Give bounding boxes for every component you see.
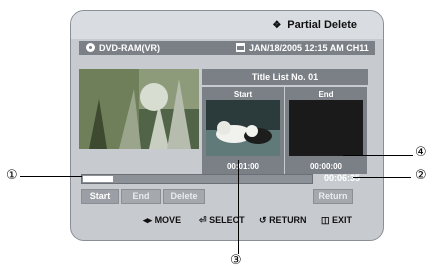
exit-label: EXIT bbox=[332, 215, 353, 225]
disc-icon bbox=[86, 43, 95, 52]
callout-4: ④ bbox=[415, 145, 427, 160]
preview-image bbox=[79, 69, 199, 149]
diamond-icon: ❖ bbox=[272, 20, 282, 31]
start-panel-label: Start bbox=[233, 90, 253, 99]
nav-bar: ◂▸ MOVE ⏎ SELECT ↺ RETURN ◫ EXIT bbox=[71, 209, 383, 233]
return-label: RETURN bbox=[269, 215, 307, 225]
end-panel: End 00:00:00 bbox=[285, 87, 367, 174]
page-title-label: Partial Delete bbox=[287, 19, 357, 31]
page-title: ❖ Partial Delete bbox=[272, 19, 357, 31]
end-thumbnail bbox=[289, 100, 363, 156]
video-preview bbox=[79, 69, 199, 149]
return-icon: ↺ bbox=[259, 215, 267, 225]
end-panel-label: End bbox=[318, 90, 334, 99]
progress-bar[interactable] bbox=[81, 174, 313, 184]
callout-line-1 bbox=[20, 176, 82, 177]
osd-screen: ❖ Partial Delete DVD-RAM(VR) JAN/18/2005 … bbox=[70, 10, 384, 241]
start-panel: Start 00:01:00 bbox=[202, 87, 284, 174]
callout-line-3 bbox=[238, 160, 239, 254]
select-label: SELECT bbox=[209, 215, 245, 225]
progress-fill bbox=[83, 176, 113, 182]
title-list-header: Title List No. 01 bbox=[202, 69, 368, 85]
delete-button[interactable]: Delete bbox=[163, 189, 205, 204]
end-time: 00:00:00 bbox=[309, 162, 343, 171]
start-thumbnail bbox=[206, 100, 280, 156]
end-button[interactable]: End bbox=[121, 189, 161, 204]
callout-3: ③ bbox=[230, 253, 242, 268]
move-icon: ◂▸ bbox=[143, 215, 153, 225]
start-button[interactable]: Start bbox=[81, 189, 119, 204]
callout-2: ② bbox=[415, 168, 427, 183]
move-label: MOVE bbox=[154, 215, 182, 225]
info-bar: DVD-RAM(VR) JAN/18/2005 12:15 AM CH11 bbox=[79, 41, 375, 55]
exit-icon: ◫ bbox=[321, 215, 330, 225]
calendar-icon bbox=[236, 43, 245, 52]
total-time: 00:06:35 bbox=[324, 173, 361, 183]
move-hint: ◂▸ MOVE bbox=[143, 215, 181, 226]
start-time: 00:01:00 bbox=[226, 162, 260, 171]
return-button[interactable]: Return bbox=[313, 189, 353, 204]
return-hint: ↺ RETURN bbox=[259, 215, 307, 226]
datetime-label: JAN/18/2005 12:15 AM CH11 bbox=[249, 43, 369, 53]
exit-hint: ◫ EXIT bbox=[321, 215, 352, 226]
start-thumbnail-image bbox=[206, 100, 280, 156]
disc-label: DVD-RAM(VR) bbox=[99, 43, 160, 53]
callout-line-4 bbox=[343, 155, 413, 156]
header-bar: ❖ Partial Delete bbox=[71, 11, 383, 39]
callout-1: ① bbox=[6, 168, 18, 183]
select-icon: ⏎ bbox=[199, 215, 207, 225]
callout-line-2 bbox=[353, 177, 411, 178]
